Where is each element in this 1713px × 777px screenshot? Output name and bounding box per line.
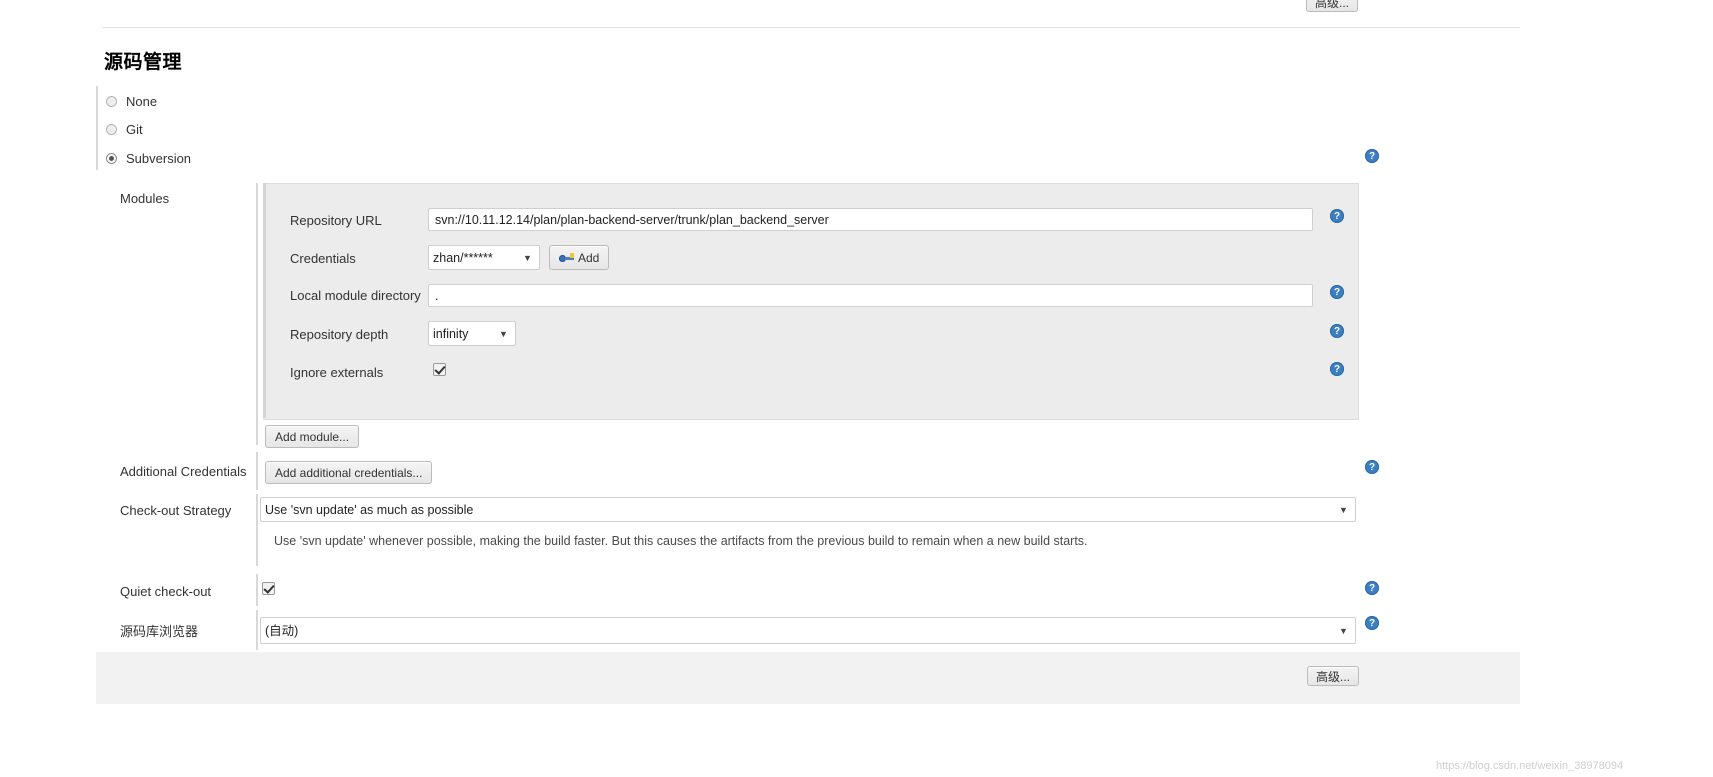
add-additional-credentials-button[interactable]: Add additional credentials... [265, 461, 433, 484]
ignore-externals-checkbox[interactable] [433, 363, 446, 376]
checkout-strategy-label: Check-out Strategy [120, 503, 232, 518]
scm-option-none[interactable]: None [106, 92, 157, 110]
local-module-directory-input[interactable] [428, 284, 1313, 307]
quiet-checkout-checkbox[interactable] [262, 582, 275, 595]
repository-depth-select[interactable]: infinity [428, 321, 516, 346]
watermark: https://blog.csdn.net/weixin_38978094 [1436, 760, 1624, 772]
checkout-strategy-select[interactable]: Use 'svn update' as much as possible [260, 497, 1356, 522]
help-icon-repository-depth[interactable]: ? [1330, 324, 1344, 338]
help-icon-subversion[interactable]: ? [1365, 149, 1379, 163]
radio-none-icon[interactable] [106, 95, 117, 107]
top-divider [102, 27, 1520, 28]
help-icon-repository-url[interactable]: ? [1330, 209, 1344, 223]
repository-url-label: Repository URL [290, 213, 382, 228]
additional-credentials-label: Additional Credentials [120, 464, 247, 479]
radio-subversion-icon[interactable] [106, 152, 117, 164]
scm-option-subversion[interactable]: Subversion [106, 149, 191, 167]
page-title: 源码管理 [104, 52, 183, 73]
left-gutter [0, 0, 88, 777]
repository-url-input[interactable] [428, 208, 1313, 231]
credentials-label: Credentials [290, 251, 356, 266]
help-icon-repository-browser[interactable]: ? [1365, 616, 1379, 630]
add-module-button[interactable]: Add module... [265, 425, 360, 448]
help-icon-additional-credentials[interactable]: ? [1365, 460, 1379, 474]
repository-browser-rule [256, 610, 258, 650]
checkout-strategy-description: Use 'svn update' whenever possible, maki… [274, 534, 1088, 548]
scm-option-subversion-label: Subversion [126, 150, 192, 166]
scm-form-area: 高级... 源码管理 None Git Subversion ? Modules… [88, 0, 1713, 777]
advanced-button-bottom[interactable]: 高级... [1307, 666, 1360, 686]
radio-git-icon[interactable] [106, 123, 117, 135]
quiet-checkout-label: Quiet check-out [120, 584, 212, 599]
key-icon [559, 252, 575, 264]
checkout-strategy-rule [256, 494, 258, 566]
modules-group-rule [256, 183, 258, 445]
additional-credentials-rule [256, 452, 258, 490]
repository-depth-label: Repository depth [290, 327, 389, 342]
scm-option-git-label: Git [126, 121, 143, 137]
modules-panel-edge [263, 183, 266, 418]
credentials-select[interactable]: zhan/****** [428, 245, 540, 270]
add-credentials-button-label: Add [578, 250, 600, 265]
jenkins-scm-config-page: 高级... 源码管理 None Git Subversion ? Modules… [0, 0, 1713, 777]
help-icon-ignore-externals[interactable]: ? [1330, 362, 1344, 376]
help-icon-quiet-checkout[interactable]: ? [1365, 581, 1379, 595]
scm-option-none-label: None [126, 93, 158, 109]
add-credentials-button[interactable]: Add [549, 245, 610, 270]
quiet-checkout-rule [256, 574, 258, 606]
local-module-directory-label: Local module directory [290, 288, 421, 303]
ignore-externals-label: Ignore externals [290, 365, 384, 380]
help-icon-local-module-directory[interactable]: ? [1330, 285, 1344, 299]
scm-option-git[interactable]: Git [106, 120, 143, 138]
modules-label: Modules [120, 191, 170, 206]
repository-browser-select[interactable]: (自动) [260, 617, 1356, 644]
radio-group-rule [96, 86, 98, 170]
repository-browser-label: 源码库浏览器 [120, 624, 199, 639]
advanced-button-top[interactable]: 高级... [1306, 0, 1359, 12]
